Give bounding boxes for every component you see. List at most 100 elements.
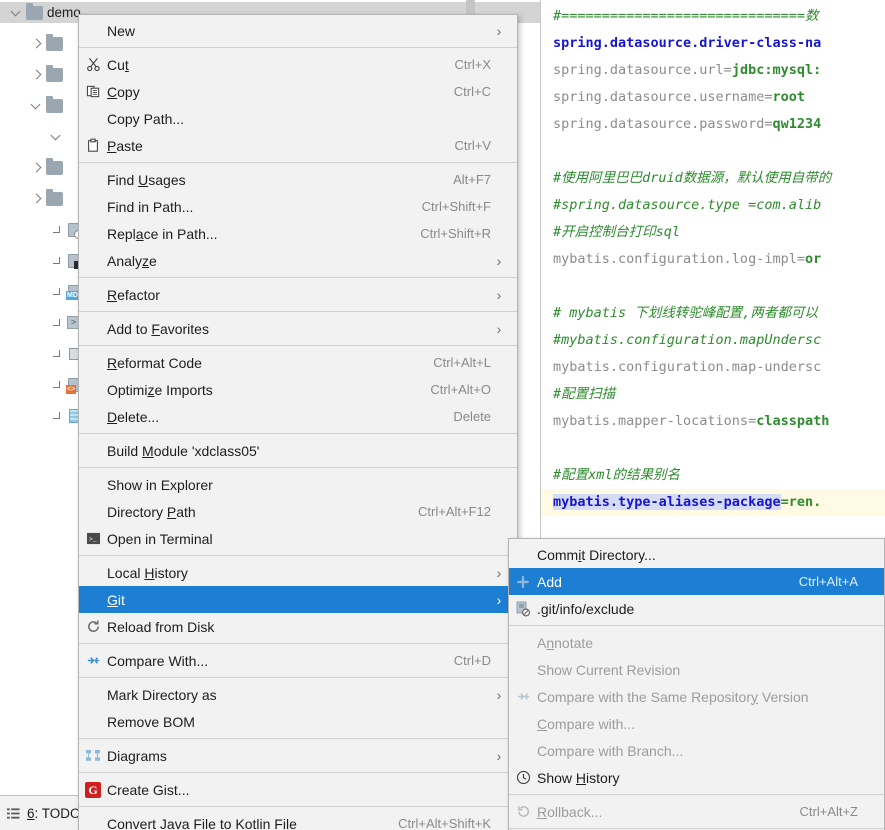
code-line[interactable] (541, 435, 885, 462)
code-line[interactable]: # mybatis 下划线转驼峰配置,两者都可以 (541, 300, 885, 327)
code-property-key: mybatis.type-aliases-package (553, 494, 781, 510)
menu-item-icon-slot (79, 742, 107, 769)
diagrams-icon (85, 749, 101, 762)
menu-item-icon-slot (79, 315, 107, 342)
menu-item-shortcut: Ctrl+Shift+F (421, 199, 491, 214)
context-menu-item-refactor[interactable]: Refactor › (79, 281, 517, 308)
menu-item-icon-slot (79, 403, 107, 430)
code-line[interactable]: #配置扫描 (541, 381, 885, 408)
scissors-icon (86, 57, 101, 72)
code-line[interactable]: spring.datasource.password=qw1234 (541, 111, 885, 138)
submenu-chevron-icon: › (496, 320, 502, 337)
code-line[interactable]: mybatis.mapper-locations=classpath (541, 408, 885, 435)
project-context-menu[interactable]: New › Cut Ctrl+X Copy Ctrl+C Copy Path... Paste… (78, 14, 518, 830)
code-comment: #使用阿里巴巴druid数据源，默认使用自带的 (553, 170, 832, 186)
context-menu-item-delete[interactable]: Delete... Delete (79, 403, 517, 430)
context-menu-item-find-in-path[interactable]: Find in Path... Ctrl+Shift+F (79, 193, 517, 220)
menu-item-label: Mark Directory as (107, 686, 217, 703)
chevron-right-icon[interactable] (30, 68, 44, 82)
statusbar-item-6-todo[interactable]: 6: TODO (6, 806, 81, 821)
context-menu-item-paste[interactable]: Paste Ctrl+V (79, 132, 517, 159)
context-menu-item-create-gist[interactable]: G Create Gist... (79, 776, 517, 803)
context-menu-item-add-to-favorites[interactable]: Add to Favorites › (79, 315, 517, 342)
menu-item-label: Reload from Disk (107, 618, 215, 635)
context-menu-item-convert-java-file-to-kotlin-file[interactable]: Convert Java File to Kotlin File Ctrl+Alt… (79, 810, 517, 830)
context-menu-item-reload-from-disk[interactable]: Reload from Disk (79, 613, 517, 640)
menu-item-icon-slot (509, 683, 537, 710)
menu-item-shortcut: Alt+F7 (453, 172, 491, 187)
context-menu-item-new[interactable]: New › (79, 17, 517, 44)
chevron-right-icon[interactable] (30, 37, 44, 51)
code-line[interactable]: #使用阿里巴巴druid数据源，默认使用自带的 (541, 165, 885, 192)
code-property-key: mybatis.mapper-locations= (553, 413, 757, 429)
menu-item-shortcut: Ctrl+Alt+O (430, 382, 491, 397)
code-line[interactable]: #spring.datasource.type =com.alib (541, 192, 885, 219)
context-menu-item-find-usages[interactable]: Find Usages Alt+F7 (79, 166, 517, 193)
git-submenu-item-show-history[interactable]: Show History (509, 764, 884, 791)
context-menu-item-compare-with[interactable]: Compare With... Ctrl+D (79, 647, 517, 674)
add-icon (516, 575, 530, 589)
gitlab-icon: G (85, 781, 101, 798)
context-menu-item-mark-directory-as[interactable]: Mark Directory as › (79, 681, 517, 708)
context-menu-item-remove-bom[interactable]: Remove BOM (79, 708, 517, 735)
code-line[interactable]: spring.datasource.driver-class-na (541, 30, 885, 57)
chevron-right-icon[interactable] (30, 192, 44, 206)
code-line[interactable] (541, 138, 885, 165)
code-property-key: spring.datasource.url= (553, 62, 732, 78)
menu-item-label: Cut (107, 56, 129, 73)
menu-item-shortcut: Ctrl+Shift+R (420, 226, 491, 241)
context-menu-item-git[interactable]: Git › (79, 586, 517, 613)
menu-separator (79, 277, 517, 278)
context-menu-item-open-in-terminal[interactable]: >_ Open in Terminal (79, 525, 517, 552)
menu-item-label: Find in Path... (107, 198, 194, 215)
code-line[interactable]: spring.datasource.username=root (541, 84, 885, 111)
code-line[interactable]: spring.datasource.url=jdbc:mysql: (541, 57, 885, 84)
git-submenu[interactable]: Commit Directory... Add Ctrl+Alt+A .git/inf… (508, 538, 885, 830)
menu-item-icon-slot (79, 376, 107, 403)
statusbar-item-label: 6: TODO (27, 805, 81, 821)
code-property-key: mybatis.configuration.log-impl= (553, 251, 805, 267)
code-line[interactable]: #==============================数 (541, 3, 885, 30)
chevron-down-icon[interactable] (50, 130, 64, 144)
git-submenu-item-add[interactable]: Add Ctrl+Alt+A (509, 568, 884, 595)
context-menu-item-build-module-xdclass05[interactable]: Build Module 'xdclass05' (79, 437, 517, 464)
code-line[interactable]: mybatis.configuration.map-undersc (541, 354, 885, 381)
git-submenu-item-commit-directory[interactable]: Commit Directory... (509, 541, 884, 568)
code-line[interactable]: #开启控制台打印sql (541, 219, 885, 246)
submenu-chevron-icon: › (496, 686, 502, 703)
code-property-key: mybatis.configuration.map-undersc (553, 359, 822, 375)
context-menu-item-copy-path[interactable]: Copy Path... (79, 105, 517, 132)
context-menu-item-analyze[interactable]: Analyze › (79, 247, 517, 274)
menu-item-shortcut: Ctrl+V (454, 138, 491, 153)
code-line[interactable]: #配置xml的结果别名 (541, 462, 885, 489)
context-menu-item-reformat-code[interactable]: Reformat Code Ctrl+Alt+L (79, 349, 517, 376)
code-line[interactable]: mybatis.type-aliases-package=ren. (541, 489, 885, 516)
code-comment: #开启控制台打印sql (553, 224, 681, 240)
exclude-icon (515, 601, 531, 617)
context-menu-item-directory-path[interactable]: Directory Path Ctrl+Alt+F12 (79, 498, 517, 525)
chevron-down-icon[interactable] (30, 99, 44, 113)
context-menu-item-copy[interactable]: Copy Ctrl+C (79, 78, 517, 105)
menu-item-shortcut: Ctrl+Alt+Shift+K (398, 816, 491, 830)
menu-item-shortcut: Ctrl+C (453, 84, 491, 99)
clipboard-icon (86, 138, 100, 153)
submenu-chevron-icon: › (496, 252, 502, 269)
code-line[interactable] (541, 273, 885, 300)
context-menu-item-diagrams[interactable]: Diagrams › (79, 742, 517, 769)
code-line[interactable]: mybatis.configuration.log-impl=or (541, 246, 885, 273)
chevron-right-icon[interactable] (30, 161, 44, 175)
context-menu-item-replace-in-path[interactable]: Replace in Path... Ctrl+Shift+R (79, 220, 517, 247)
git-submenu-item-compare-with-branch: Compare with Branch... (509, 737, 884, 764)
git-submenu-item-git-info-exclude[interactable]: .git/info/exclude (509, 595, 884, 622)
menu-item-shortcut: Ctrl+Alt+F12 (418, 504, 491, 519)
tree-node-label: demo (47, 5, 81, 20)
menu-item-icon-slot (79, 708, 107, 735)
context-menu-item-show-in-explorer[interactable]: Show in Explorer (79, 471, 517, 498)
code-line[interactable]: #mybatis.configuration.mapUndersc (541, 327, 885, 354)
context-menu-item-optimize-imports[interactable]: Optimize Imports Ctrl+Alt+O (79, 376, 517, 403)
tree-twisty-spacer (50, 254, 64, 268)
context-menu-item-cut[interactable]: Cut Ctrl+X (79, 51, 517, 78)
menu-separator (509, 625, 884, 626)
context-menu-item-local-history[interactable]: Local History › (79, 559, 517, 586)
chevron-down-icon[interactable] (10, 6, 24, 20)
